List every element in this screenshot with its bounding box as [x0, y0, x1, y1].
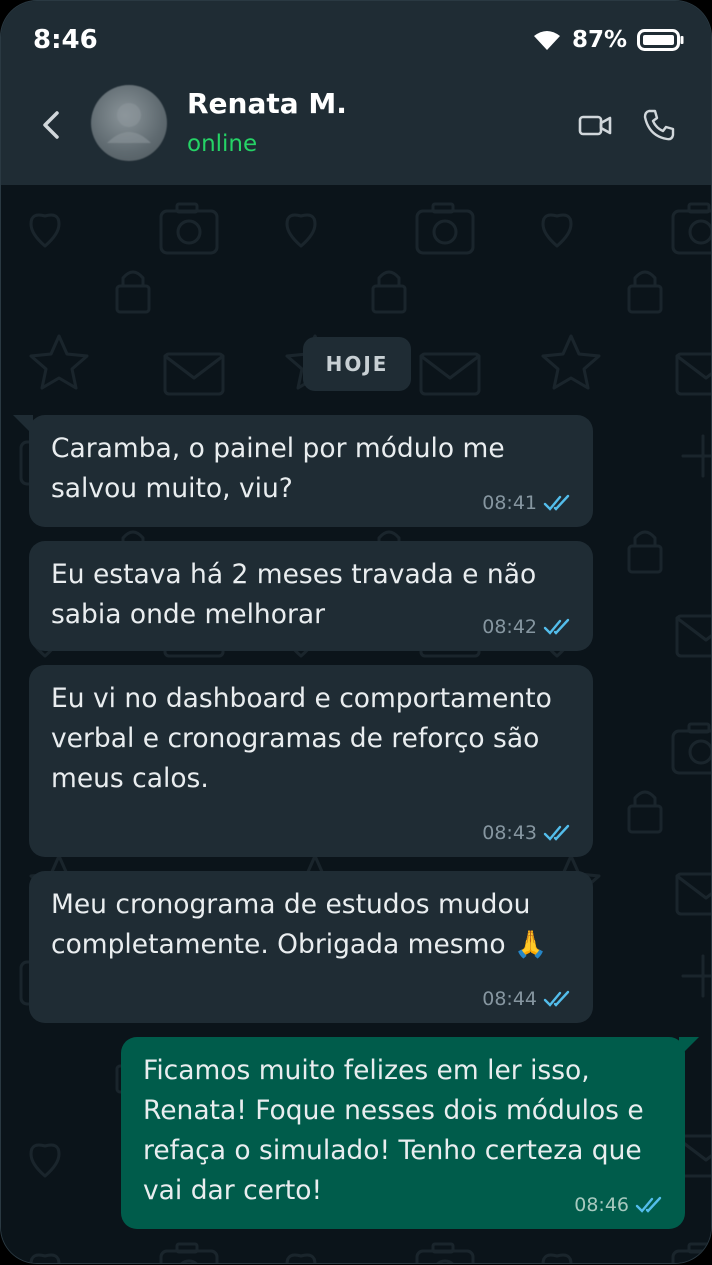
incoming-message[interactable]: Caramba, o painel por módulo me salvou m…	[13, 415, 593, 527]
incoming-message[interactable]: Eu estava há 2 meses travada e não sabia…	[29, 541, 593, 651]
message-time: 08:43	[482, 822, 537, 844]
status-bar: 8:46 87%	[1, 1, 711, 85]
contact-name[interactable]: Renata M.	[187, 87, 347, 120]
message-meta: 08:44	[482, 989, 573, 1009]
date-divider: HOJE	[303, 337, 411, 391]
incoming-message[interactable]: Eu vi no dashboard e comportamento verba…	[29, 665, 593, 857]
bubble-tail	[679, 1037, 699, 1057]
message-text: Eu estava há 2 meses travada e não sabia…	[51, 559, 537, 630]
back-arrow-icon[interactable]	[35, 107, 71, 143]
message-meta: 08:42	[482, 617, 573, 637]
double-check-icon	[543, 824, 570, 841]
message-text: Caramba, o painel por módulo me salvou m…	[51, 433, 505, 504]
phone-frame: 8:46 87% Renata M. online HOJE Caramba, …	[1, 1, 711, 1263]
message-text: Eu vi no dashboard e comportamento verba…	[51, 683, 552, 794]
message-time: 08:44	[482, 988, 537, 1010]
message-text: Meu cronograma de estudos mudou completa…	[51, 889, 548, 960]
double-check-icon	[543, 618, 570, 635]
avatar-person-icon	[107, 103, 151, 143]
message-time: 08:41	[482, 492, 537, 514]
message-time: 08:42	[482, 616, 537, 638]
message-meta: 08:43	[482, 823, 573, 843]
contact-status: online	[187, 131, 258, 157]
contact-avatar[interactable]	[91, 85, 167, 161]
outgoing-message[interactable]: Ficamos muito felizes em ler isso, Renat…	[121, 1037, 699, 1229]
message-meta: 08:41	[482, 493, 573, 513]
video-call-icon[interactable]	[577, 107, 613, 143]
chat-header: Renata M. online	[1, 85, 711, 186]
message-time: 08:46	[574, 1194, 629, 1216]
double-check-icon	[543, 494, 570, 511]
battery-percentage: 87%	[571, 27, 627, 53]
bubble-tail	[13, 415, 33, 435]
phone-call-icon[interactable]	[641, 107, 677, 143]
double-check-icon	[635, 1196, 662, 1213]
incoming-message[interactable]: Meu cronograma de estudos mudou completa…	[29, 871, 593, 1023]
message-meta: 08:46	[574, 1195, 665, 1215]
status-icons: 87%	[532, 27, 685, 53]
double-check-icon	[543, 990, 570, 1007]
chat-area[interactable]: HOJE Caramba, o painel por módulo me sal…	[1, 186, 711, 1263]
battery-icon	[637, 29, 684, 51]
wifi-icon	[533, 31, 560, 50]
message-text: Ficamos muito felizes em ler isso, Renat…	[143, 1055, 644, 1206]
status-time: 8:46	[33, 25, 98, 55]
